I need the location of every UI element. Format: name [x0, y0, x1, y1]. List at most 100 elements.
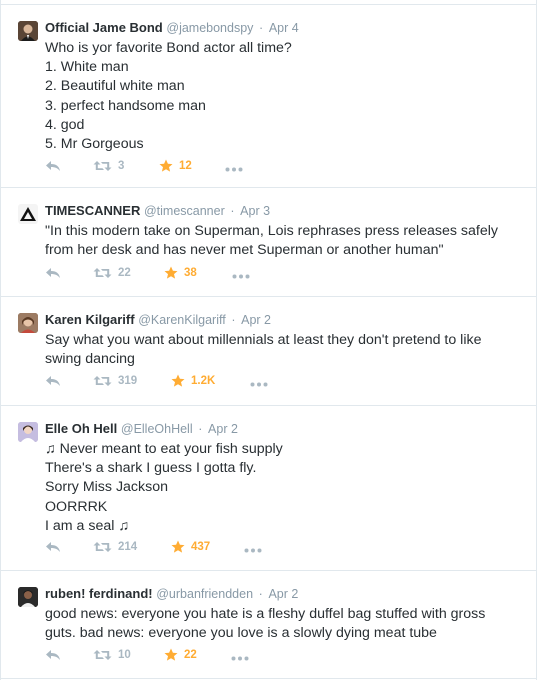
avatar[interactable]: [18, 587, 38, 607]
tweet-text-line: I am a seal ♫: [45, 517, 129, 534]
tweet-text-line: There's a shark I guess I gotta fly.: [45, 460, 257, 477]
favorite-button[interactable]: 38: [164, 264, 197, 282]
display-name[interactable]: ruben! ferdinand!: [45, 586, 153, 601]
more-dots-icon: [231, 656, 249, 661]
reply-button[interactable]: [45, 157, 61, 175]
timestamp[interactable]: Apr 2: [208, 422, 238, 436]
retweet-count: 3: [118, 160, 125, 172]
star-icon: [164, 266, 178, 279]
display-name[interactable]: Official Jame Bond: [45, 20, 163, 35]
tweet-text-line: good news: everyone you hate is a fleshy…: [45, 606, 486, 622]
timestamp[interactable]: Apr 3: [240, 204, 270, 218]
tweet-text-line: "In this modern take on Superman, Lois r…: [45, 223, 498, 239]
retweet-button[interactable]: 319: [93, 372, 137, 390]
tweet-text-line: ♫ Never meant to eat your fish supply: [45, 441, 283, 457]
tweet-text-line: 3. perfect handsome man: [45, 97, 206, 114]
tweet-text-line: Who is yor favorite Bond actor all time?: [45, 40, 292, 56]
username[interactable]: @KarenKilgariff: [138, 313, 226, 327]
tweet-text-line: 4. god: [45, 116, 85, 133]
retweet-count: 214: [118, 541, 138, 553]
favorite-button[interactable]: 22: [164, 646, 197, 664]
tweet-header: ruben! ferdinand! @urbanfriendden · Apr …: [45, 585, 298, 603]
tweet[interactable]: TIMESCANNER @timescanner · Apr 3 "In thi…: [1, 188, 536, 296]
separator-dot: ·: [198, 422, 203, 436]
display-name[interactable]: TIMESCANNER: [45, 203, 140, 218]
retweet-icon: [93, 376, 112, 386]
more-button[interactable]: [231, 652, 249, 664]
retweet-button[interactable]: 214: [93, 538, 137, 556]
tweet-text-line: guts. bad news: everyone you love is a s…: [45, 625, 437, 642]
separator-dot: ·: [259, 21, 264, 35]
retweet-icon: [93, 542, 112, 552]
retweet-count: 22: [118, 267, 131, 279]
reply-icon: [46, 161, 60, 171]
avatar[interactable]: [18, 422, 38, 442]
tweet[interactable]: Karen Kilgariff @KarenKilgariff · Apr 2 …: [1, 297, 536, 405]
username[interactable]: @jamebondspy: [166, 21, 253, 35]
tweet-text-line: 5. Mr Gorgeous: [45, 136, 144, 153]
tweet-text-line: 2. Beautiful white man: [45, 78, 185, 95]
tweet-text: "In this modern take on Superman, Lois r…: [45, 222, 525, 260]
favorite-count: 1.2K: [191, 375, 216, 387]
more-button[interactable]: [250, 378, 268, 390]
tweet-text-line: Sorry Miss Jackson: [45, 479, 168, 496]
reply-button[interactable]: [45, 372, 61, 390]
avatar[interactable]: [18, 21, 38, 41]
avatar[interactable]: [18, 204, 38, 224]
username[interactable]: @ElleOhHell: [121, 422, 193, 436]
more-button[interactable]: [232, 270, 250, 282]
star-icon: [164, 648, 178, 661]
reply-icon: [46, 542, 60, 552]
retweet-button[interactable]: 10: [93, 646, 131, 664]
tweet-header: Karen Kilgariff @KarenKilgariff · Apr 2: [45, 311, 271, 329]
tweet-text-line: from her desk and has never met Superman…: [45, 242, 444, 259]
more-button[interactable]: [225, 163, 243, 175]
star-icon: [171, 374, 185, 387]
timeline: Official Jame Bond @jamebondspy · Apr 4 …: [0, 0, 537, 680]
tweet-text: Say what you want about millennials at l…: [45, 331, 525, 369]
username[interactable]: @timescanner: [144, 204, 225, 218]
timestamp[interactable]: Apr 4: [269, 21, 299, 35]
display-name[interactable]: Karen Kilgariff: [45, 312, 135, 327]
tweet-text-line: swing dancing: [45, 351, 135, 368]
favorite-count: 22: [184, 649, 197, 661]
tweet-header: TIMESCANNER @timescanner · Apr 3: [45, 202, 270, 220]
separator-dot: ·: [230, 204, 235, 218]
favorite-button[interactable]: 437: [171, 538, 210, 556]
retweet-count: 319: [118, 375, 138, 387]
more-dots-icon: [232, 274, 250, 279]
more-dots-icon: [250, 382, 268, 387]
tweet[interactable]: Elle Oh Hell @ElleOhHell · Apr 2 ♫ Never…: [1, 406, 536, 570]
avatar[interactable]: [18, 313, 38, 333]
favorite-count: 437: [191, 541, 211, 553]
tweet[interactable]: ruben! ferdinand! @urbanfriendden · Apr …: [1, 571, 536, 679]
tweet-text-line: 1. White man: [45, 59, 129, 76]
separator-dot: ·: [258, 587, 263, 601]
retweet-icon: [93, 268, 112, 278]
retweet-button[interactable]: 3: [93, 157, 124, 175]
retweet-button[interactable]: 22: [93, 264, 131, 282]
retweet-icon: [93, 161, 112, 171]
reply-button[interactable]: [45, 646, 61, 664]
display-name[interactable]: Elle Oh Hell: [45, 421, 117, 436]
timestamp[interactable]: Apr 2: [241, 313, 271, 327]
reply-icon: [46, 650, 60, 660]
reply-button[interactable]: [45, 538, 61, 556]
reply-button[interactable]: [45, 264, 61, 282]
timestamp[interactable]: Apr 2: [268, 587, 298, 601]
tweet-text: Who is yor favorite Bond actor all time?…: [45, 39, 525, 154]
favorite-button[interactable]: 1.2K: [171, 372, 215, 390]
tweet-header: Elle Oh Hell @ElleOhHell · Apr 2: [45, 420, 238, 438]
tweet-text: good news: everyone you hate is a fleshy…: [45, 605, 525, 643]
more-dots-icon: [244, 548, 262, 553]
tweet[interactable]: Official Jame Bond @jamebondspy · Apr 4 …: [1, 5, 536, 187]
tweet-text: ♫ Never meant to eat your fish supply Th…: [45, 440, 525, 536]
favorite-button[interactable]: 12: [159, 157, 192, 175]
more-button[interactable]: [244, 544, 262, 556]
tweet-separator: [1, 678, 536, 679]
more-dots-icon: [225, 167, 243, 172]
username[interactable]: @urbanfriendden: [156, 587, 253, 601]
retweet-icon: [93, 650, 112, 660]
favorite-count: 38: [184, 267, 197, 279]
tweet-text-line: Say what you want about millennials at l…: [45, 332, 482, 348]
